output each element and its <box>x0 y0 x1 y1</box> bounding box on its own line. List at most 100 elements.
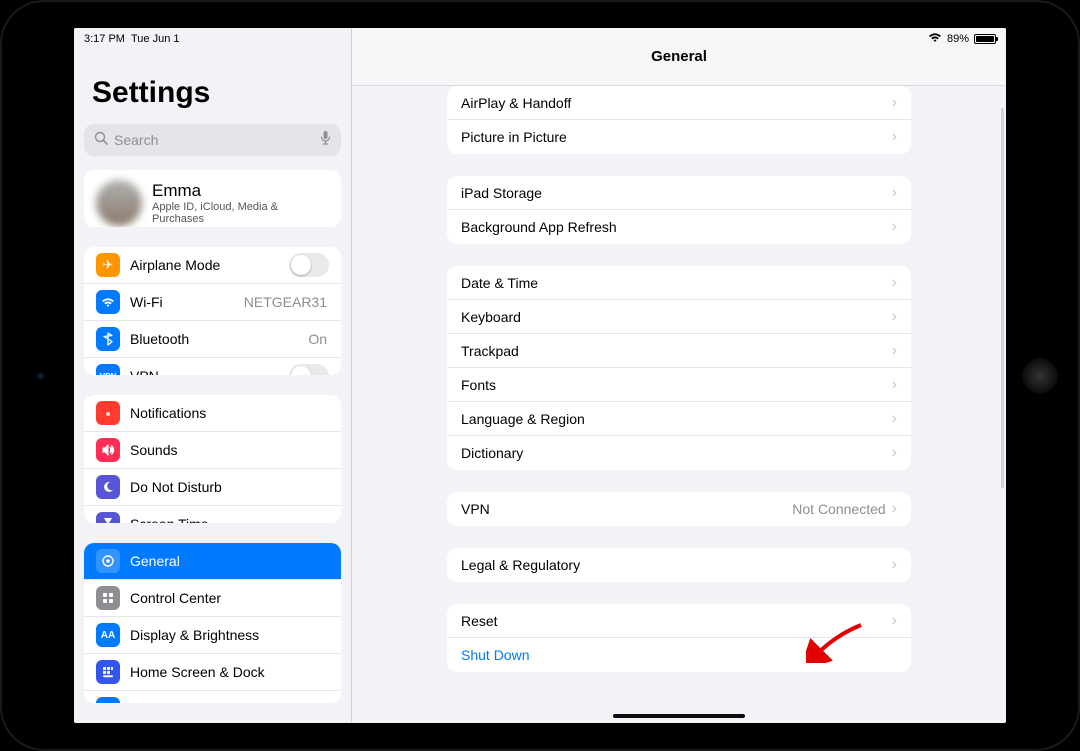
row-shut-down[interactable]: Shut Down <box>447 638 911 672</box>
row-label: Reset <box>461 613 892 629</box>
bluetooth-value: On <box>308 331 327 347</box>
sidebar-item-homescreen[interactable]: Home Screen & Dock <box>84 654 341 691</box>
sidebar-item-label: Accessibility <box>130 701 329 703</box>
sidebar-item-label: Airplane Mode <box>130 257 289 273</box>
sidebar-item-label: Display & Brightness <box>130 627 329 643</box>
ipad-frame: 3:17 PM Tue Jun 1 89% Settings <box>0 0 1080 751</box>
sidebar-item-general[interactable]: General <box>84 543 341 580</box>
chevron-right-icon: › <box>892 185 897 201</box>
chevron-right-icon: › <box>892 275 897 291</box>
sidebar-item-label: Do Not Disturb <box>130 479 329 495</box>
sidebar-item-bluetooth[interactable]: Bluetooth On <box>84 321 341 358</box>
chevron-right-icon: › <box>892 613 897 629</box>
homescreen-icon <box>96 660 120 684</box>
row-trackpad[interactable]: Trackpad › <box>447 334 911 368</box>
sidebar-item-label: Control Center <box>130 590 329 606</box>
content-title: General <box>651 48 707 65</box>
row-label: Background App Refresh <box>461 219 892 235</box>
sidebar-item-vpn[interactable]: VPN VPN <box>84 358 341 375</box>
row-label: Fonts <box>461 377 892 393</box>
row-pip[interactable]: Picture in Picture › <box>447 120 911 154</box>
sidebar-item-display[interactable]: AA Display & Brightness <box>84 617 341 654</box>
sidebar-title: Settings <box>84 52 341 118</box>
airplane-toggle[interactable] <box>289 253 329 277</box>
chevron-right-icon: › <box>892 129 897 145</box>
chevron-right-icon: › <box>892 95 897 111</box>
sidebar-item-label: General <box>130 553 329 569</box>
bluetooth-icon <box>96 327 120 351</box>
display-icon: AA <box>96 623 120 647</box>
sidebar-item-airplane[interactable]: ✈ Airplane Mode <box>84 247 341 284</box>
search-field[interactable] <box>84 124 341 156</box>
row-legal[interactable]: Legal & Regulatory › <box>447 548 911 582</box>
chevron-right-icon: › <box>892 445 897 461</box>
avatar <box>96 180 142 226</box>
chevron-right-icon: › <box>892 309 897 325</box>
row-label: Keyboard <box>461 309 892 325</box>
row-date-time[interactable]: Date & Time › <box>447 266 911 300</box>
sidebar-item-label: Wi-Fi <box>130 294 244 310</box>
row-ipad-storage[interactable]: iPad Storage › <box>447 176 911 210</box>
wifi-network-value: NETGEAR31 <box>244 294 327 310</box>
sidebar-group-system: General Control Center AA Display & Brig… <box>84 543 341 703</box>
row-dictionary[interactable]: Dictionary › <box>447 436 911 470</box>
notifications-icon: ▪ <box>96 401 120 425</box>
scroll-indicator[interactable] <box>1001 108 1004 488</box>
row-fonts[interactable]: Fonts › <box>447 368 911 402</box>
row-airplay-handoff[interactable]: AirPlay & Handoff › <box>447 86 911 120</box>
sidebar-item-control-center[interactable]: Control Center <box>84 580 341 617</box>
row-label: Picture in Picture <box>461 129 892 145</box>
chevron-right-icon: › <box>892 557 897 573</box>
vpn-toggle[interactable] <box>289 364 329 375</box>
group-vpn: VPN Not Connected › <box>447 492 911 526</box>
sidebar-item-wifi[interactable]: Wi-Fi NETGEAR31 <box>84 284 341 321</box>
row-keyboard[interactable]: Keyboard › <box>447 300 911 334</box>
home-indicator[interactable] <box>613 714 745 718</box>
row-label: AirPlay & Handoff <box>461 95 892 111</box>
chevron-right-icon: › <box>892 343 897 359</box>
status-date: Tue Jun 1 <box>131 33 180 45</box>
row-label: Trackpad <box>461 343 892 359</box>
sidebar-item-screentime[interactable]: Screen Time <box>84 506 341 523</box>
battery-percent: 89% <box>947 33 969 45</box>
profile-subtitle: Apple ID, iCloud, Media & Purchases <box>152 201 329 225</box>
sidebar-item-label: Bluetooth <box>130 331 308 347</box>
search-input[interactable] <box>114 132 320 148</box>
sidebar-item-accessibility[interactable]: Accessibility <box>84 691 341 703</box>
row-reset[interactable]: Reset › <box>447 604 911 638</box>
group-legal: Legal & Regulatory › <box>447 548 911 582</box>
group-reset: Reset › Shut Down <box>447 604 911 672</box>
vpn-status-value: Not Connected <box>792 501 885 517</box>
chevron-right-icon: › <box>892 377 897 393</box>
status-time: 3:17 PM <box>84 33 125 45</box>
row-language-region[interactable]: Language & Region › <box>447 402 911 436</box>
row-background-refresh[interactable]: Background App Refresh › <box>447 210 911 244</box>
search-icon <box>94 131 108 150</box>
profile-card[interactable]: Emma Apple ID, iCloud, Media & Purchases <box>84 170 341 227</box>
battery-icon <box>974 34 996 44</box>
vpn-icon: VPN <box>96 364 120 375</box>
row-label: VPN <box>461 501 792 517</box>
general-pane: General AirPlay & Handoff › Picture in P… <box>352 28 1006 723</box>
sidebar-item-dnd[interactable]: Do Not Disturb <box>84 469 341 506</box>
home-button[interactable] <box>1022 358 1058 394</box>
content-scroll[interactable]: AirPlay & Handoff › Picture in Picture ›… <box>352 86 1006 723</box>
group-airplay: AirPlay & Handoff › Picture in Picture › <box>447 86 911 154</box>
wifi-icon <box>928 32 942 46</box>
accessibility-icon <box>96 697 120 703</box>
row-label: Language & Region <box>461 411 892 427</box>
row-vpn[interactable]: VPN Not Connected › <box>447 492 911 526</box>
chevron-right-icon: › <box>892 501 897 517</box>
row-label: Legal & Regulatory <box>461 557 892 573</box>
dictation-icon[interactable] <box>320 130 331 150</box>
row-label: Dictionary <box>461 445 892 461</box>
sidebar-group-alerts: ▪ Notifications Sounds Do Not Disturb <box>84 395 341 523</box>
profile-name: Emma <box>152 181 329 201</box>
sidebar-item-sounds[interactable]: Sounds <box>84 432 341 469</box>
row-label: Date & Time <box>461 275 892 291</box>
row-label: iPad Storage <box>461 185 892 201</box>
front-camera <box>37 372 44 379</box>
chevron-right-icon: › <box>892 411 897 427</box>
status-bar: 3:17 PM Tue Jun 1 89% <box>74 28 1006 48</box>
sidebar-item-notifications[interactable]: ▪ Notifications <box>84 395 341 432</box>
